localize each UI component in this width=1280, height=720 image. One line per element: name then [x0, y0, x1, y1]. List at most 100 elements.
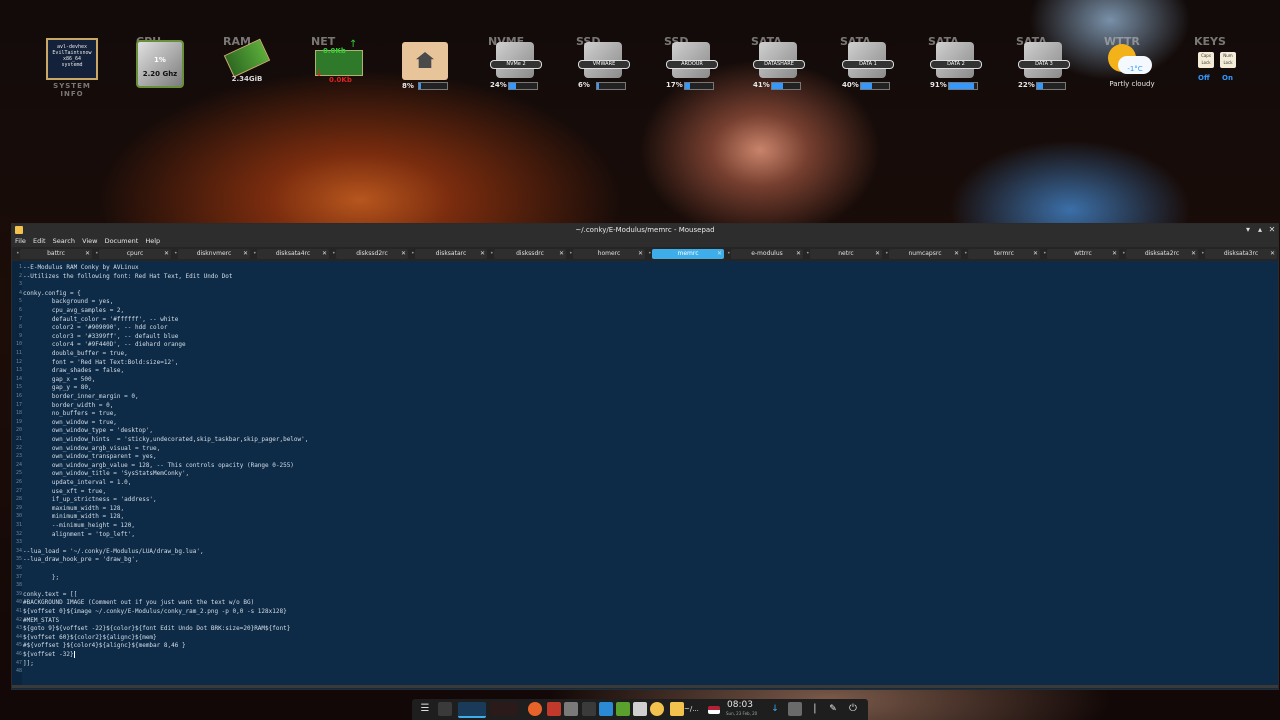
tab-close-icon[interactable]: ✕ [480, 249, 485, 259]
settings-icon[interactable] [616, 702, 630, 716]
conky-cpu: CPU 1% 2.20 Ghz [128, 34, 192, 94]
us-flag-icon[interactable] [708, 706, 720, 714]
screenshot-icon[interactable] [633, 702, 647, 716]
volume-knob-icon[interactable] [650, 702, 664, 716]
tab-close-icon[interactable]: ✕ [875, 249, 880, 259]
window-titlebar[interactable]: ~/.conky/E-Modulus/memrc - Mousepad ▾ ▴ … [12, 224, 1278, 236]
tab-label: disksata2rc [1144, 250, 1180, 257]
conky-net: NET ↑ ↓ 0.0Kb 0.0Kb [305, 34, 369, 94]
disk-percent: 6% [578, 81, 590, 89]
disk-usage-bar [508, 82, 538, 90]
tab-close-icon[interactable]: ✕ [243, 249, 248, 259]
tab-disksata4rc[interactable]: • disksata4rc ✕ [253, 249, 329, 259]
conky-disk: SSDARDOUR17% [658, 34, 722, 94]
keys-title: KEYS [1194, 35, 1226, 48]
app-menu-icon[interactable]: ☰ [418, 702, 432, 716]
caps-lock-state: Off [1198, 74, 1210, 82]
menubar: File Edit Search View Document Help [12, 236, 1278, 247]
tab-homerc[interactable]: • homerc ✕ [569, 249, 645, 259]
text-editor[interactable]: 1 --E-Modulus RAM Conky by AVLinux 2 --Util… [12, 261, 1278, 686]
conky-home: 8% [394, 34, 458, 94]
tab-close-icon[interactable]: ✕ [1191, 249, 1196, 259]
tab-close-icon[interactable]: ✕ [1112, 249, 1117, 259]
tab-disksata2rc[interactable]: • disksata2rc ✕ [1122, 249, 1198, 259]
tab-wttrrc[interactable]: • wttrrc ✕ [1043, 249, 1119, 259]
menu-help[interactable]: Help [143, 237, 162, 245]
tab-label: diskssd2rc [356, 250, 388, 257]
tab-cpurc[interactable]: • cpurc ✕ [95, 249, 171, 259]
disk-usage-fill [861, 83, 873, 89]
tab-close-icon[interactable]: ✕ [638, 249, 643, 259]
tab-close-icon[interactable]: ✕ [1033, 249, 1038, 259]
workspace-2[interactable] [490, 702, 518, 716]
home-usage-fill [419, 83, 422, 89]
tab-close-icon[interactable]: ✕ [164, 249, 169, 259]
tab-close-icon[interactable]: ✕ [954, 249, 959, 259]
tab-disksatarc[interactable]: • disksatarc ✕ [411, 249, 487, 259]
tab-close-icon[interactable]: ✕ [717, 249, 722, 259]
disk-usage-bar [948, 82, 978, 90]
tab-label: disknvmerc [196, 250, 232, 257]
firefox-icon[interactable] [528, 702, 542, 716]
tab-battrc[interactable]: • battrc ✕ [16, 249, 92, 259]
terminal-task-label[interactable]: ~/... [684, 705, 699, 713]
cloud-icon: -1°C [1118, 56, 1152, 74]
disk-label: VMWARE [578, 60, 630, 69]
tab-e-modulus[interactable]: • e-modulus ✕ [727, 249, 803, 259]
tab-close-icon[interactable]: ✕ [1270, 249, 1275, 259]
tab-label: diskssdrc [516, 250, 544, 257]
close-icon[interactable]: ✕ [1266, 224, 1278, 236]
menu-edit[interactable]: Edit [31, 237, 48, 245]
clock-time[interactable]: 08:03 [727, 700, 753, 710]
tab-netrc[interactable]: • netrc ✕ [806, 249, 882, 259]
tab-disksata3rc[interactable]: • disksata3rc ✕ [1201, 249, 1277, 259]
tab-label: netrc [838, 250, 854, 257]
tab-diskssd2rc[interactable]: • diskssd2rc ✕ [332, 249, 408, 259]
clock-date: Sun, 23 Feb, 20 [726, 711, 758, 716]
menu-document[interactable]: Document [103, 237, 141, 245]
terminal-icon[interactable] [582, 702, 596, 716]
house-icon [416, 52, 434, 68]
home-usage-bar [418, 82, 448, 90]
workspace-1[interactable] [458, 702, 486, 718]
tab-termrc[interactable]: • termrc ✕ [964, 249, 1040, 259]
removable-drive-icon[interactable] [788, 702, 802, 716]
menu-file[interactable]: File [13, 237, 28, 245]
tab-close-icon[interactable]: ✕ [322, 249, 327, 259]
tab-label: disksatarc [435, 250, 467, 257]
tab-close-icon[interactable]: ✕ [85, 249, 90, 259]
printer-icon[interactable] [564, 702, 578, 716]
horizontal-scrollbar[interactable] [12, 685, 1278, 688]
filezilla-icon[interactable] [547, 702, 561, 716]
conky-disk: NVMENVMe 224% [482, 34, 546, 94]
maximize-icon[interactable]: ▴ [1254, 224, 1266, 236]
tab-numcapsrc[interactable]: • numcapsrc ✕ [885, 249, 961, 259]
power-icon[interactable]: ⏻ [846, 702, 860, 716]
disk-percent: 91% [930, 81, 947, 89]
tab-modified-icon: • [806, 250, 810, 257]
microphone-icon[interactable]: ❘ [808, 702, 822, 716]
mousepad-task-icon[interactable] [670, 702, 684, 716]
tab-modified-icon: • [885, 250, 889, 257]
cleaner-icon[interactable]: ✎ [826, 702, 840, 716]
code-line: 48 [12, 667, 1278, 676]
disk-usage-fill [1037, 83, 1044, 89]
tab-modified-icon: • [1043, 250, 1047, 257]
tab-disknvmerc[interactable]: • disknvmerc ✕ [174, 249, 250, 259]
net-download-rate: 0.0Kb [329, 76, 352, 84]
menu-view[interactable]: View [80, 237, 99, 245]
tab-label: e-modulus [751, 250, 783, 257]
tab-label: memrc [677, 250, 699, 257]
tab-close-icon[interactable]: ✕ [401, 249, 406, 259]
workspace-switcher-icon[interactable] [438, 702, 452, 716]
tab-label: numcapsrc [908, 250, 942, 257]
tab-memrc[interactable]: • memrc ✕ [648, 249, 724, 259]
tab-close-icon[interactable]: ✕ [559, 249, 564, 259]
minimize-icon[interactable]: ▾ [1242, 224, 1254, 236]
tab-diskssdrc[interactable]: • diskssdrc ✕ [490, 249, 566, 259]
conky-disk: SATADATASHARE41% [745, 34, 809, 94]
tool-icon[interactable] [599, 702, 613, 716]
menu-search[interactable]: Search [51, 237, 77, 245]
download-icon[interactable]: ↓ [768, 702, 782, 716]
tab-close-icon[interactable]: ✕ [796, 249, 801, 259]
